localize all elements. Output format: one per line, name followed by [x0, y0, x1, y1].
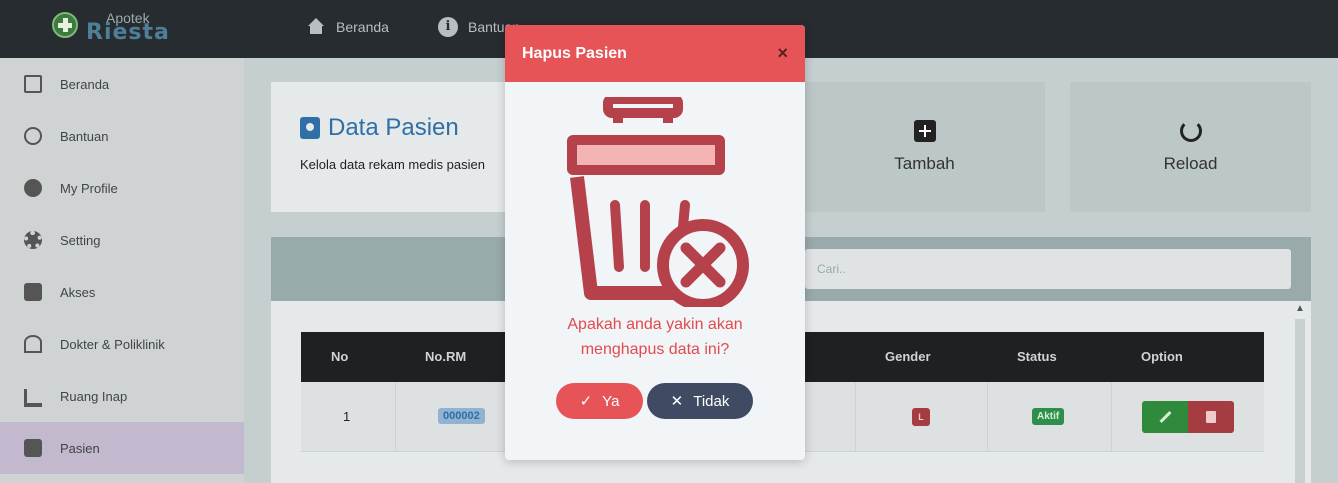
- sidebar-item-label: Akses: [60, 284, 96, 300]
- sidebar-item-label: Pasien: [60, 440, 100, 456]
- delete-patient-modal: Hapus Pasien × Apakah anda yakin akan me…: [505, 25, 805, 460]
- nav-beranda[interactable]: Beranda: [306, 16, 389, 38]
- app-logo[interactable]: Apotek Riesta: [52, 10, 172, 46]
- reload-icon: [1179, 120, 1202, 142]
- home-icon: [306, 17, 326, 37]
- confirm-yes-button[interactable]: ✓ Ya: [556, 383, 643, 419]
- column-header-gender[interactable]: Gender: [885, 349, 931, 364]
- modal-message-line-1: Apakah anda yakin akan: [567, 316, 743, 333]
- column-header-status[interactable]: Status: [1017, 349, 1057, 364]
- plus-square-icon: [913, 120, 936, 142]
- add-tile-button[interactable]: Tambah: [804, 82, 1045, 212]
- close-icon[interactable]: ×: [777, 43, 788, 64]
- modal-message: Apakah anda yakin akan menghapus data in…: [505, 312, 805, 362]
- cancel-no-button[interactable]: ✕ Tidak: [647, 383, 753, 419]
- sidebar-item-beranda[interactable]: Beranda: [0, 58, 244, 110]
- page-title: Data Pasien: [300, 114, 459, 142]
- sidebar-item-pasien[interactable]: Pasien: [0, 422, 244, 474]
- column-header-no-rm[interactable]: No.RM: [425, 349, 466, 364]
- cell-divider: [1111, 382, 1112, 452]
- pencil-icon: [1159, 411, 1171, 423]
- sidebar-item-label: Bantuan: [60, 128, 109, 144]
- modal-header: Hapus Pasien ×: [505, 25, 805, 82]
- sidebar-item-bantuan[interactable]: Bantuan: [0, 110, 244, 162]
- trash-delete-illustration-icon: [567, 97, 749, 307]
- x-icon: ✕: [670, 393, 684, 410]
- column-header-option[interactable]: Option: [1141, 349, 1183, 364]
- delete-button[interactable]: [1188, 401, 1234, 433]
- column-header-no[interactable]: No: [331, 349, 348, 364]
- monitor-icon: [24, 75, 42, 93]
- sidebar-item-setting[interactable]: Setting: [0, 214, 244, 266]
- cell-divider: [395, 382, 396, 452]
- page-subtitle: Kelola data rekam medis pasien: [300, 157, 485, 172]
- sidebar-item-label: Dokter & Poliklinik: [60, 336, 165, 352]
- sidebar-item-label: Beranda: [60, 76, 110, 92]
- logo-text-big: Riesta: [86, 20, 170, 45]
- reload-tile-label: Reload: [1163, 154, 1218, 173]
- sidebar-item-my-profile[interactable]: My Profile: [0, 162, 244, 214]
- cell-divider: [987, 382, 988, 452]
- status-badge: Aktif: [1032, 408, 1065, 425]
- search-input[interactable]: Cari..: [805, 249, 1291, 289]
- sidebar-item-label: Ruang Inap: [60, 388, 128, 404]
- add-tile-label: Tambah: [894, 154, 955, 173]
- patient-badge-icon: [300, 117, 320, 139]
- scrollbar[interactable]: [1295, 319, 1305, 483]
- modal-message-line-2: menghapus data ini?: [580, 341, 730, 358]
- logo-cross-icon: [52, 12, 78, 38]
- sidebar-item-dokter-poliklinik[interactable]: Dokter & Poliklinik: [0, 318, 244, 370]
- cell-no: 1: [343, 409, 351, 424]
- user-circle-icon: [24, 179, 42, 197]
- sidebar-item-label: My Profile: [60, 180, 118, 196]
- gender-badge: L: [912, 408, 930, 426]
- page-title-text: Data Pasien: [328, 114, 459, 141]
- modal-title: Hapus Pasien: [522, 44, 627, 62]
- hospital-icon: [24, 335, 42, 353]
- info-icon: [24, 127, 42, 145]
- info-icon: i: [438, 17, 458, 37]
- gear-icon: [24, 231, 42, 249]
- rm-badge: 000002: [438, 408, 485, 424]
- bed-icon: [24, 389, 42, 407]
- scroll-up-arrow-icon[interactable]: ▲: [1293, 303, 1307, 317]
- check-icon: ✓: [579, 393, 593, 410]
- sidebar: Beranda Bantuan My Profile Setting Akses…: [0, 58, 244, 483]
- cancel-no-label: Tidak: [693, 392, 730, 410]
- trash-icon: [1206, 411, 1216, 423]
- confirm-yes-label: Ya: [602, 392, 620, 410]
- cell-divider: [855, 382, 856, 452]
- sidebar-item-label: Setting: [60, 232, 101, 248]
- id-card-icon: [24, 283, 42, 301]
- sidebar-item-akses[interactable]: Akses: [0, 266, 244, 318]
- edit-button[interactable]: [1142, 401, 1188, 433]
- sidebar-item-ruang-inap[interactable]: Ruang Inap: [0, 370, 244, 422]
- nav-beranda-label: Beranda: [336, 19, 389, 35]
- patient-icon: [24, 439, 42, 457]
- reload-tile-button[interactable]: Reload: [1070, 82, 1311, 212]
